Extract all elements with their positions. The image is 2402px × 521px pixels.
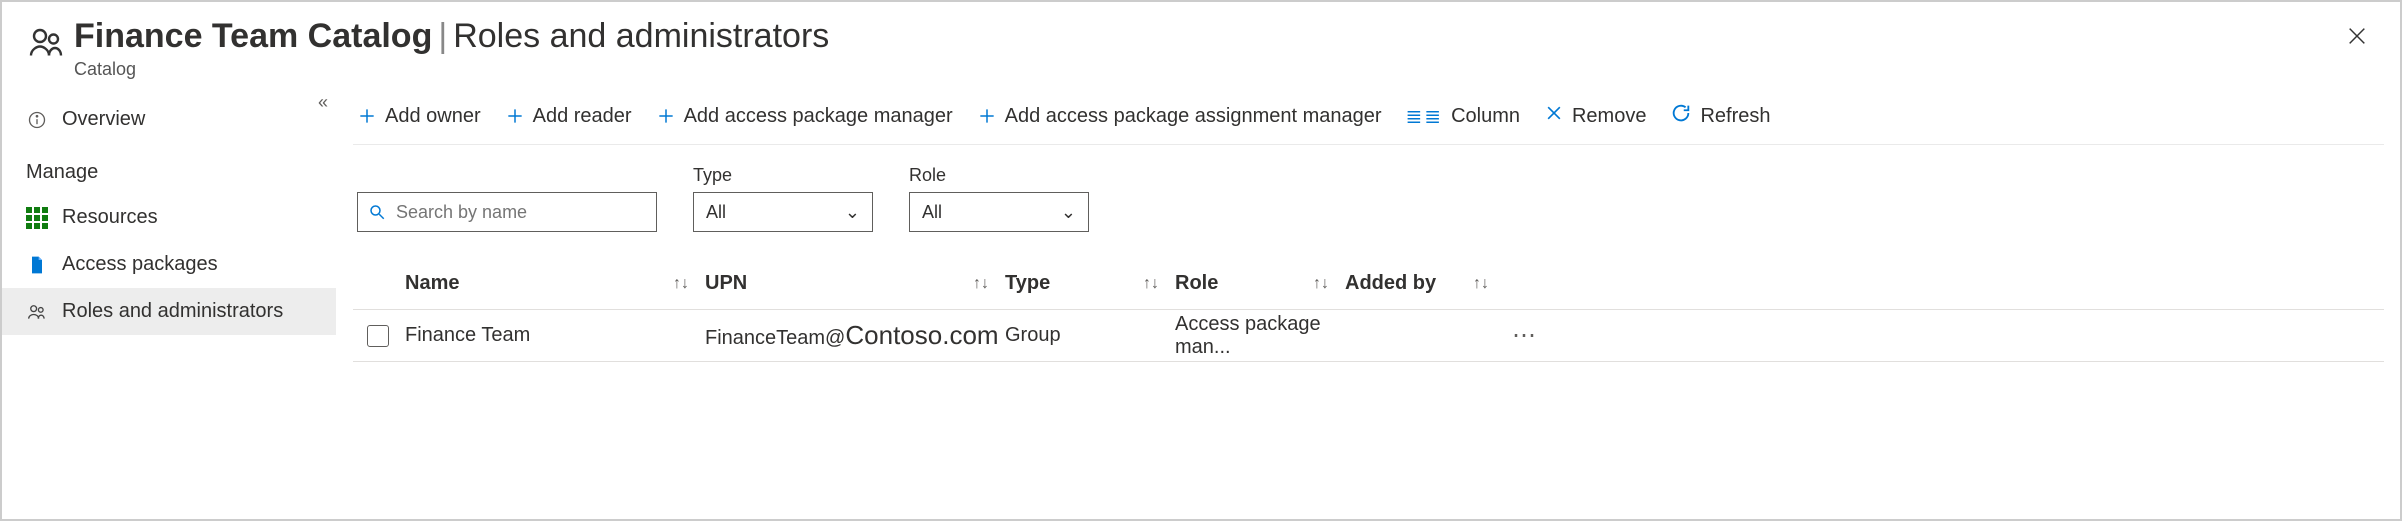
page-subtitle: Catalog xyxy=(74,59,2338,80)
row-checkbox[interactable] xyxy=(367,325,389,347)
sort-icon: ↑↓ xyxy=(1313,275,1329,293)
type-filter-label: Type xyxy=(693,165,873,186)
file-icon xyxy=(26,254,48,276)
sidebar-item-label: Roles and administrators xyxy=(62,300,283,323)
plus-icon xyxy=(656,106,676,126)
sidebar-item-label: Overview xyxy=(62,108,145,131)
sidebar-item-label: Resources xyxy=(62,206,158,229)
roles-table: Name↑↓ UPN↑↓ Type↑↓ Role↑↓ Added by↑↓ xyxy=(353,258,2384,362)
column-header-added-by[interactable]: Added by↑↓ xyxy=(1345,272,1505,295)
add-reader-button[interactable]: Add reader xyxy=(505,105,632,128)
refresh-button[interactable]: Refresh xyxy=(1670,102,1770,130)
plus-icon xyxy=(505,106,525,126)
sort-icon: ↑↓ xyxy=(973,275,989,293)
row-name: Finance Team xyxy=(405,324,705,347)
add-access-package-manager-button[interactable]: Add access package manager xyxy=(656,105,953,128)
table-row[interactable]: Finance Team FinanceTeam@Contoso.com Gro… xyxy=(353,310,2384,362)
row-actions-button[interactable]: ⋯ xyxy=(1505,321,1545,350)
type-filter-select[interactable]: All ⌄ xyxy=(693,192,873,232)
remove-button[interactable]: Remove xyxy=(1544,103,1646,129)
catalog-people-icon xyxy=(26,18,66,58)
sidebar-item-roles-admins[interactable]: Roles and administrators xyxy=(2,288,336,335)
refresh-icon xyxy=(1670,102,1692,130)
row-upn: FinanceTeam@Contoso.com xyxy=(705,320,1005,351)
command-toolbar: Add owner Add reader Add access package … xyxy=(353,92,2384,145)
search-input-wrapper[interactable] xyxy=(357,192,657,232)
plus-icon xyxy=(357,106,377,126)
close-button[interactable] xyxy=(2338,18,2376,58)
column-header-upn[interactable]: UPN↑↓ xyxy=(705,272,1005,295)
plus-icon xyxy=(977,106,997,126)
x-icon xyxy=(1544,103,1564,129)
sidebar: « Overview Manage Resources Access packa… xyxy=(2,88,337,519)
sort-icon: ↑↓ xyxy=(1143,275,1159,293)
row-type: Group xyxy=(1005,324,1175,347)
column-header-name[interactable]: Name↑↓ xyxy=(405,272,705,295)
info-icon xyxy=(26,109,48,131)
sidebar-item-overview[interactable]: Overview xyxy=(2,96,336,143)
people-icon xyxy=(26,301,48,323)
sort-icon: ↑↓ xyxy=(673,275,689,293)
add-access-package-assignment-manager-button[interactable]: Add access package assignment manager xyxy=(977,105,1382,128)
row-role: Access package man... xyxy=(1175,313,1345,359)
chevron-down-icon: ⌄ xyxy=(845,202,860,223)
column-header-type[interactable]: Type↑↓ xyxy=(1005,272,1175,295)
column-button[interactable]: ≣≣ Column xyxy=(1406,104,1520,129)
columns-icon: ≣≣ xyxy=(1406,104,1444,129)
sidebar-item-label: Access packages xyxy=(62,253,218,276)
sidebar-item-resources[interactable]: Resources xyxy=(2,194,336,241)
column-header-role[interactable]: Role↑↓ xyxy=(1175,272,1345,295)
grid-icon xyxy=(26,207,48,229)
sidebar-item-access-packages[interactable]: Access packages xyxy=(2,241,336,288)
role-filter-label: Role xyxy=(909,165,1089,186)
sidebar-section-manage: Manage xyxy=(2,143,336,194)
sort-icon: ↑↓ xyxy=(1473,275,1489,293)
search-input[interactable] xyxy=(394,201,646,224)
chevron-down-icon: ⌄ xyxy=(1061,202,1076,223)
page-title: Finance Team Catalog|Roles and administr… xyxy=(74,18,2338,55)
role-filter-select[interactable]: All ⌄ xyxy=(909,192,1089,232)
collapse-sidebar-button[interactable]: « xyxy=(318,92,328,113)
search-icon xyxy=(368,203,386,221)
add-owner-button[interactable]: Add owner xyxy=(357,105,481,128)
